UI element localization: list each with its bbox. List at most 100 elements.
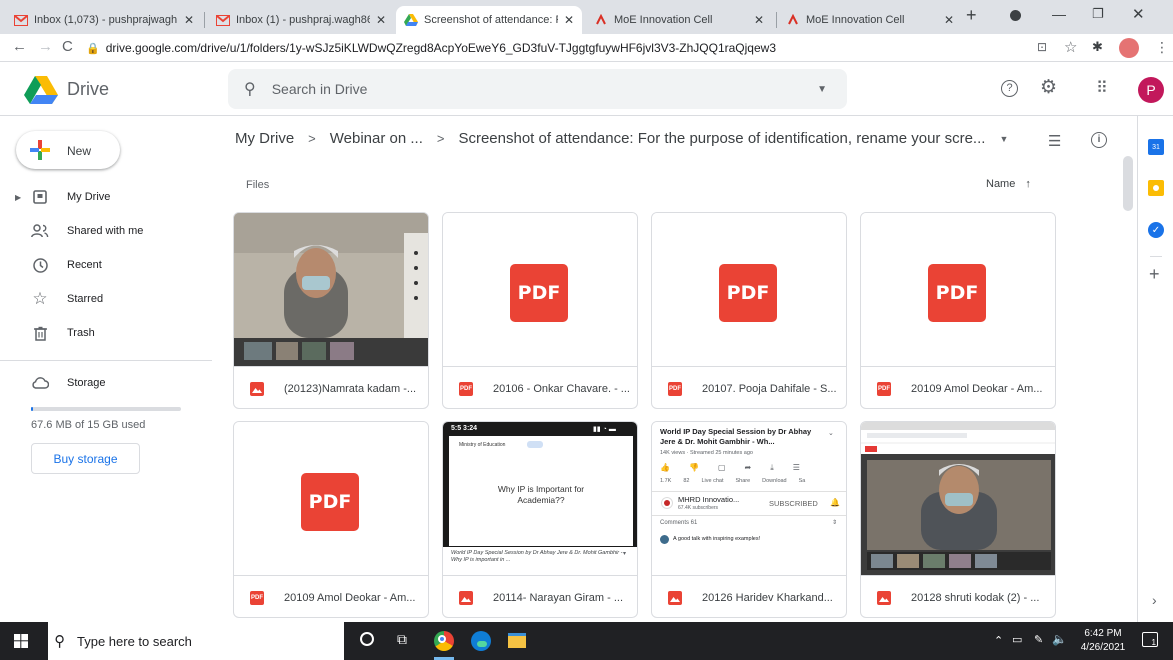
- forward-icon[interactable]: →: [38, 38, 53, 55]
- settings-gear-icon[interactable]: ⚙: [1040, 76, 1057, 99]
- close-icon[interactable]: ✕: [944, 13, 954, 27]
- profile-icon[interactable]: [1010, 10, 1021, 21]
- url-text: drive.google.com/drive/u/1/folders/1y-wS…: [105, 41, 776, 55]
- file-explorer-icon[interactable]: [508, 633, 526, 648]
- chrome-icon[interactable]: [434, 631, 454, 651]
- file-thumbnail-pdf: PDF: [861, 213, 1055, 366]
- file-caption: PDF 20109 Amol Deokar - Am...: [234, 575, 428, 617]
- search-icon[interactable]: ⚲: [244, 79, 256, 99]
- drive-logo-icon[interactable]: [24, 76, 58, 109]
- search-box[interactable]: ⚲ Search in Drive ▼: [228, 69, 847, 109]
- sort-control[interactable]: Name ↑: [986, 178, 1031, 190]
- search-input[interactable]: Search in Drive: [272, 81, 368, 97]
- file-card[interactable]: World IP Day Special Session by Dr Abhay…: [651, 421, 847, 618]
- browser-menu-icon[interactable]: ⋮: [1155, 39, 1169, 56]
- avatar[interactable]: P: [1138, 77, 1164, 103]
- pen-icon[interactable]: ✎: [1034, 633, 1043, 646]
- image-file-icon: [250, 381, 264, 396]
- pdf-icon: PDF: [928, 264, 986, 322]
- file-name: 20114- Narayan Giram - ...: [493, 591, 624, 604]
- yt-live-chat: Live chat: [701, 478, 724, 484]
- edge-icon[interactable]: [471, 631, 491, 651]
- bookmark-star-icon[interactable]: ☆: [1064, 38, 1077, 56]
- sidebar-item-recent[interactable]: Recent: [0, 250, 230, 280]
- drive-icon: [404, 13, 418, 27]
- plus-icon: [30, 140, 50, 165]
- info-icon[interactable]: i: [1091, 132, 1107, 148]
- close-icon[interactable]: ✕: [754, 13, 764, 27]
- yt-meta: 14K views · Streamed 25 minutes ago: [660, 450, 753, 456]
- chevron-right-icon[interactable]: ›: [1152, 592, 1157, 608]
- file-thumbnail-meet: [861, 422, 1055, 575]
- breadcrumb-webinar-folder[interactable]: Webinar on ...: [330, 130, 423, 147]
- file-card[interactable]: PDF PDF 20106 - Onkar Chavare. - ...: [442, 212, 638, 409]
- notifications-icon[interactable]: 1: [1142, 632, 1158, 647]
- tab-title: MoE Innovation Cell: [806, 14, 905, 26]
- taskbar-search-input[interactable]: Type here to search: [77, 634, 192, 649]
- search-options-icon[interactable]: ▼: [817, 84, 827, 95]
- address-bar[interactable]: 🔒 drive.google.com/drive/u/1/folders/1y-…: [86, 37, 1086, 59]
- expand-arrow-icon[interactable]: ▶: [15, 193, 21, 202]
- drive-app: Drive ⚲ Search in Drive ▼ ? ⚙ ⠿ P New ▶ …: [0, 62, 1173, 622]
- extensions-icon[interactable]: ✱: [1092, 39, 1103, 55]
- browser-tab-moe-2[interactable]: MoE Innovation Cell ✕: [778, 6, 962, 34]
- close-icon[interactable]: ✕: [564, 13, 574, 27]
- file-card[interactable]: 5:5 3:24 ▮▮ ◔ ▬ Ministry of Education Wh…: [442, 421, 638, 618]
- file-card[interactable]: PDF PDF 20109 Amol Deokar - Am...: [233, 421, 429, 618]
- file-card[interactable]: (20123)Namrata kadam -...: [233, 212, 429, 409]
- file-card[interactable]: PDF PDF 20107. Pooja Dahifale - S...: [651, 212, 847, 409]
- scrollbar-thumb[interactable]: [1123, 156, 1133, 211]
- browser-tab-drive-active[interactable]: Screenshot of attendance: Fo ✕: [396, 6, 582, 34]
- moe-icon: [594, 13, 608, 27]
- file-caption: (20123)Namrata kadam -...: [234, 366, 428, 408]
- taskbar-search-box[interactable]: ⚲ Type here to search: [48, 622, 344, 660]
- volume-icon[interactable]: 🔈: [1052, 632, 1067, 646]
- task-view-icon[interactable]: ⧉: [397, 631, 407, 648]
- sidebar-item-starred[interactable]: ☆ Starred: [0, 284, 230, 314]
- new-tab-button[interactable]: +: [966, 5, 977, 26]
- network-icon[interactable]: ▭: [1012, 633, 1022, 646]
- install-icon[interactable]: ⊡: [1037, 40, 1047, 54]
- calendar-icon[interactable]: 31: [1148, 139, 1164, 155]
- keep-icon[interactable]: [1148, 180, 1164, 196]
- breadcrumb-current-folder[interactable]: Screenshot of attendance: For the purpos…: [458, 130, 985, 147]
- profile-avatar-icon[interactable]: [1119, 38, 1139, 58]
- tab-title: Inbox (1) - pushpraj.wagh864: [236, 14, 370, 26]
- file-name: 20107. Pooja Dahifale - S...: [702, 382, 837, 395]
- yt-subs: 67.4K subscribers: [678, 505, 719, 511]
- tray-chevron-icon[interactable]: ⌃: [994, 634, 1003, 647]
- browser-tab-moe-1[interactable]: MoE Innovation Cell ✕: [586, 6, 772, 34]
- buy-storage-button[interactable]: Buy storage: [31, 443, 140, 474]
- reload-icon[interactable]: C: [62, 38, 73, 55]
- app-name[interactable]: Drive: [67, 79, 109, 100]
- close-icon[interactable]: ✕: [184, 13, 194, 27]
- minimize-icon[interactable]: —: [1052, 6, 1066, 22]
- folder-menu-icon[interactable]: ▼: [999, 134, 1008, 144]
- windows-start-icon[interactable]: [14, 634, 28, 653]
- apps-grid-icon[interactable]: ⠿: [1096, 78, 1108, 98]
- back-icon[interactable]: ←: [12, 38, 27, 55]
- file-card[interactable]: 20128 shruti kodak (2) - ...: [860, 421, 1056, 618]
- browser-tab-gmail-2[interactable]: Inbox (1) - pushpraj.wagh864 ✕: [208, 6, 394, 34]
- channel-logo-icon: [661, 497, 673, 509]
- tasks-icon[interactable]: ✓: [1148, 222, 1164, 238]
- breadcrumb-my-drive[interactable]: My Drive: [235, 130, 294, 147]
- file-card[interactable]: PDF PDF 20109 Amol Deokar - Am...: [860, 212, 1056, 409]
- close-icon[interactable]: ✕: [376, 13, 386, 27]
- sidebar-item-trash[interactable]: Trash: [0, 318, 230, 348]
- restore-icon[interactable]: ❐: [1092, 6, 1104, 22]
- help-icon[interactable]: ?: [1001, 80, 1018, 97]
- list-view-icon[interactable]: ☰: [1048, 132, 1061, 150]
- cortana-icon[interactable]: [360, 632, 374, 646]
- sidebar-item-my-drive[interactable]: ▶ My Drive: [0, 182, 230, 212]
- sidebar-item-shared[interactable]: Shared with me: [0, 216, 230, 246]
- video-caption: World IP Day Special Session by Dr Abhay…: [451, 550, 623, 564]
- file-name: 20106 - Onkar Chavare. - ...: [493, 382, 630, 395]
- add-addon-icon[interactable]: +: [1149, 264, 1160, 285]
- file-name: 20109 Amol Deokar - Am...: [911, 382, 1043, 395]
- sidebar-item-storage[interactable]: Storage: [0, 368, 230, 398]
- window-close-icon[interactable]: ✕: [1132, 5, 1145, 23]
- browser-tab-gmail-1[interactable]: Inbox (1,073) - pushprajwagh ✕: [6, 6, 202, 34]
- new-button[interactable]: New: [16, 131, 120, 169]
- clock[interactable]: 6:42 PM 4/26/2021: [1080, 627, 1126, 655]
